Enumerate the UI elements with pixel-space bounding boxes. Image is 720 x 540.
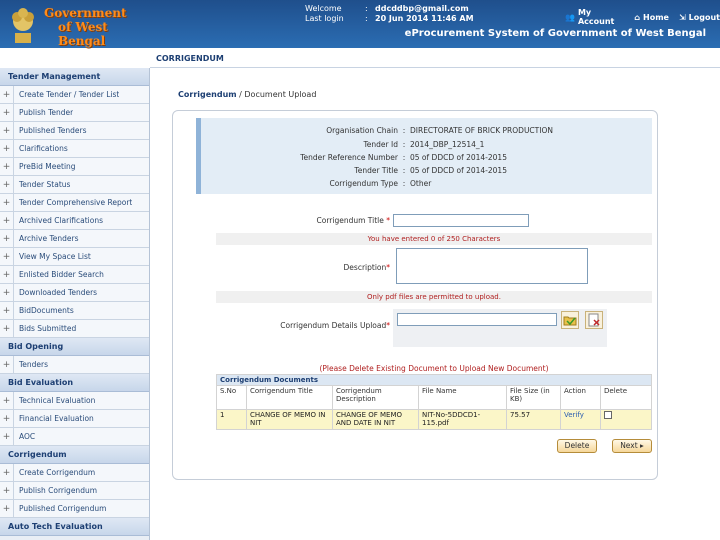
- verify-link[interactable]: Verify: [560, 409, 601, 430]
- plus-icon: +: [0, 158, 14, 175]
- sidebar-item-archived-clarifications[interactable]: + Archived Clarifications: [0, 212, 149, 230]
- plus-icon: +: [0, 122, 14, 139]
- file-path-input[interactable]: [397, 313, 557, 326]
- plus-icon: +: [0, 86, 14, 103]
- info-row-title: Tender Title:05 of DDCD of 2014-2015: [354, 166, 507, 175]
- sidebar-item-publish-corrigendum[interactable]: + Publish Corrigendum: [0, 482, 149, 500]
- info-row-reference: Tender Reference Number:05 of DDCD of 20…: [300, 153, 507, 162]
- description-label: Description*: [343, 263, 390, 272]
- breadcrumb-current: Document Upload: [244, 90, 317, 99]
- plus-icon: +: [0, 284, 14, 301]
- corrigendum-title-input[interactable]: [393, 214, 529, 227]
- plus-icon: +: [0, 230, 14, 247]
- sidebar-item-archive-tenders[interactable]: + Archive Tenders: [0, 230, 149, 248]
- user-info: Welcome: ddcddbp@gmail.com Last login:20 …: [305, 4, 474, 23]
- sidebar: Tender Management + Create Tender / Tende…: [0, 68, 150, 540]
- header-file-size: File Size (in KB): [506, 385, 561, 410]
- info-row-organisation: Organisation Chain: DIRECTORATE OF BRICK …: [326, 126, 553, 135]
- upload-label: Corrigendum Details Upload*: [280, 321, 390, 330]
- breadcrumb: Corrigendum / Document Upload: [178, 90, 317, 99]
- sidebar-item-opening-tenders[interactable]: + Tenders: [0, 356, 149, 374]
- sidebar-section-auto-tech-evaluation[interactable]: Auto Tech Evaluation: [0, 518, 149, 536]
- delete-checkbox[interactable]: [604, 411, 612, 419]
- delete-button[interactable]: Delete: [557, 439, 597, 453]
- sidebar-item-bid-documents[interactable]: + BidDocuments: [0, 302, 149, 320]
- pdf-only-note: Only pdf files are permitted to upload.: [216, 291, 652, 303]
- home-icon: ⌂: [634, 12, 640, 22]
- info-row-tender-id: Tender Id:2014_DBP_12514_1: [363, 140, 485, 149]
- breadcrumb-root[interactable]: Corrigendum: [178, 90, 237, 99]
- page-heading: CORRIGENDUM: [156, 54, 224, 63]
- header-links: 👥 My Account ⌂ Home ⇲ Logout: [565, 8, 720, 26]
- home-link[interactable]: ⌂ Home: [634, 8, 669, 26]
- delete-existing-warning: (Please Delete Existing Document to Uplo…: [319, 364, 549, 373]
- header-delete: Delete: [600, 385, 652, 410]
- folder-icon: [563, 316, 577, 326]
- next-button[interactable]: Next ▸: [612, 439, 652, 453]
- sidebar-section-tender-management[interactable]: Tender Management: [0, 68, 149, 86]
- sidebar-item-bidder-search[interactable]: + Enlisted Bidder Search: [0, 266, 149, 284]
- table-caption: Corrigendum Documents: [216, 374, 652, 386]
- user-icon: 👥: [565, 12, 575, 22]
- plus-icon: +: [0, 320, 14, 337]
- app-header: Government of West Bengal Welcome: ddcddb…: [0, 0, 720, 48]
- sidebar-item-publish-tender[interactable]: + Publish Tender: [0, 104, 149, 122]
- corrigendum-documents-table: Corrigendum Documents S.No Corrigendum T…: [216, 374, 652, 430]
- plus-icon: +: [0, 500, 14, 517]
- logout-icon: ⇲: [678, 12, 686, 22]
- sidebar-item-financial-evaluation[interactable]: + Financial Evaluation: [0, 410, 149, 428]
- sidebar-item-create-corrigendum[interactable]: + Create Corrigendum: [0, 464, 149, 482]
- last-login-time: 20 Jun 2014 11:46 AM: [375, 14, 474, 23]
- plus-icon: +: [0, 176, 14, 193]
- plus-icon: +: [0, 194, 14, 211]
- plus-icon: +: [0, 104, 14, 121]
- sidebar-item-technical-evaluation[interactable]: + Technical Evaluation: [0, 392, 149, 410]
- plus-icon: +: [0, 356, 14, 373]
- sidebar-item-prebid-meeting[interactable]: + PreBid Meeting: [0, 158, 149, 176]
- info-row-type: Corrigendum Type: Other: [329, 179, 432, 188]
- plus-icon: +: [0, 266, 14, 283]
- sidebar-item-clarifications[interactable]: + Clarifications: [0, 140, 149, 158]
- page-heading-bar: CORRIGENDUM: [150, 48, 720, 68]
- header-file-name: File Name: [418, 385, 507, 410]
- character-count-note: You have entered 0 of 250 Characters: [216, 233, 652, 245]
- plus-icon: +: [0, 428, 14, 445]
- state-emblem-icon: [12, 8, 34, 43]
- sidebar-section-bid-evaluation[interactable]: Bid Evaluation: [0, 374, 149, 392]
- header-sno: S.No: [216, 385, 247, 410]
- sidebar-item-downloaded-tenders[interactable]: + Downloaded Tenders: [0, 284, 149, 302]
- sidebar-item-my-space[interactable]: + View My Space List: [0, 248, 149, 266]
- document-delete-icon: [588, 313, 600, 327]
- sidebar-item-published-corrigendum[interactable]: + Published Corrigendum: [0, 500, 149, 518]
- clear-file-button[interactable]: [585, 311, 603, 329]
- plus-icon: +: [0, 212, 14, 229]
- plus-icon: +: [0, 464, 14, 481]
- plus-icon: +: [0, 410, 14, 427]
- sidebar-item-comprehensive-report[interactable]: + Tender Comprehensive Report: [0, 194, 149, 212]
- table-row: 1 CHANGE OF MEMO IN NIT CHANGE OF MEMO A…: [216, 409, 652, 430]
- plus-icon: +: [0, 140, 14, 157]
- header-title: Corrigendum Title: [246, 385, 333, 410]
- user-email: ddcddbp@gmail.com: [375, 4, 469, 13]
- my-account-link[interactable]: 👥 My Account: [565, 8, 624, 26]
- plus-icon: +: [0, 248, 14, 265]
- system-title: eProcurement System of Government of Wes…: [404, 28, 706, 39]
- sidebar-item-published-tenders[interactable]: + Published Tenders: [0, 122, 149, 140]
- sidebar-item-bids-submitted[interactable]: + Bids Submitted: [0, 320, 149, 338]
- plus-icon: +: [0, 302, 14, 319]
- plus-icon: +: [0, 482, 14, 499]
- sidebar-item-tender-status[interactable]: + Tender Status: [0, 176, 149, 194]
- browse-folder-button[interactable]: [561, 311, 579, 329]
- sidebar-item-create-tender[interactable]: + Create Tender / Tender List: [0, 86, 149, 104]
- corrigendum-title-label: Corrigendum Title *: [316, 216, 391, 225]
- government-logo[interactable]: Government of West Bengal: [44, 6, 154, 48]
- header-action: Action: [560, 385, 601, 410]
- plus-icon: +: [0, 392, 14, 409]
- header-description: Corrigendum Description: [332, 385, 419, 410]
- logout-link[interactable]: ⇲ Logout: [679, 8, 720, 26]
- sidebar-section-corrigendum[interactable]: Corrigendum: [0, 446, 149, 464]
- sidebar-section-bid-opening[interactable]: Bid Opening: [0, 338, 149, 356]
- sidebar-item-aoc[interactable]: + AOC: [0, 428, 149, 446]
- description-textarea[interactable]: [396, 248, 588, 284]
